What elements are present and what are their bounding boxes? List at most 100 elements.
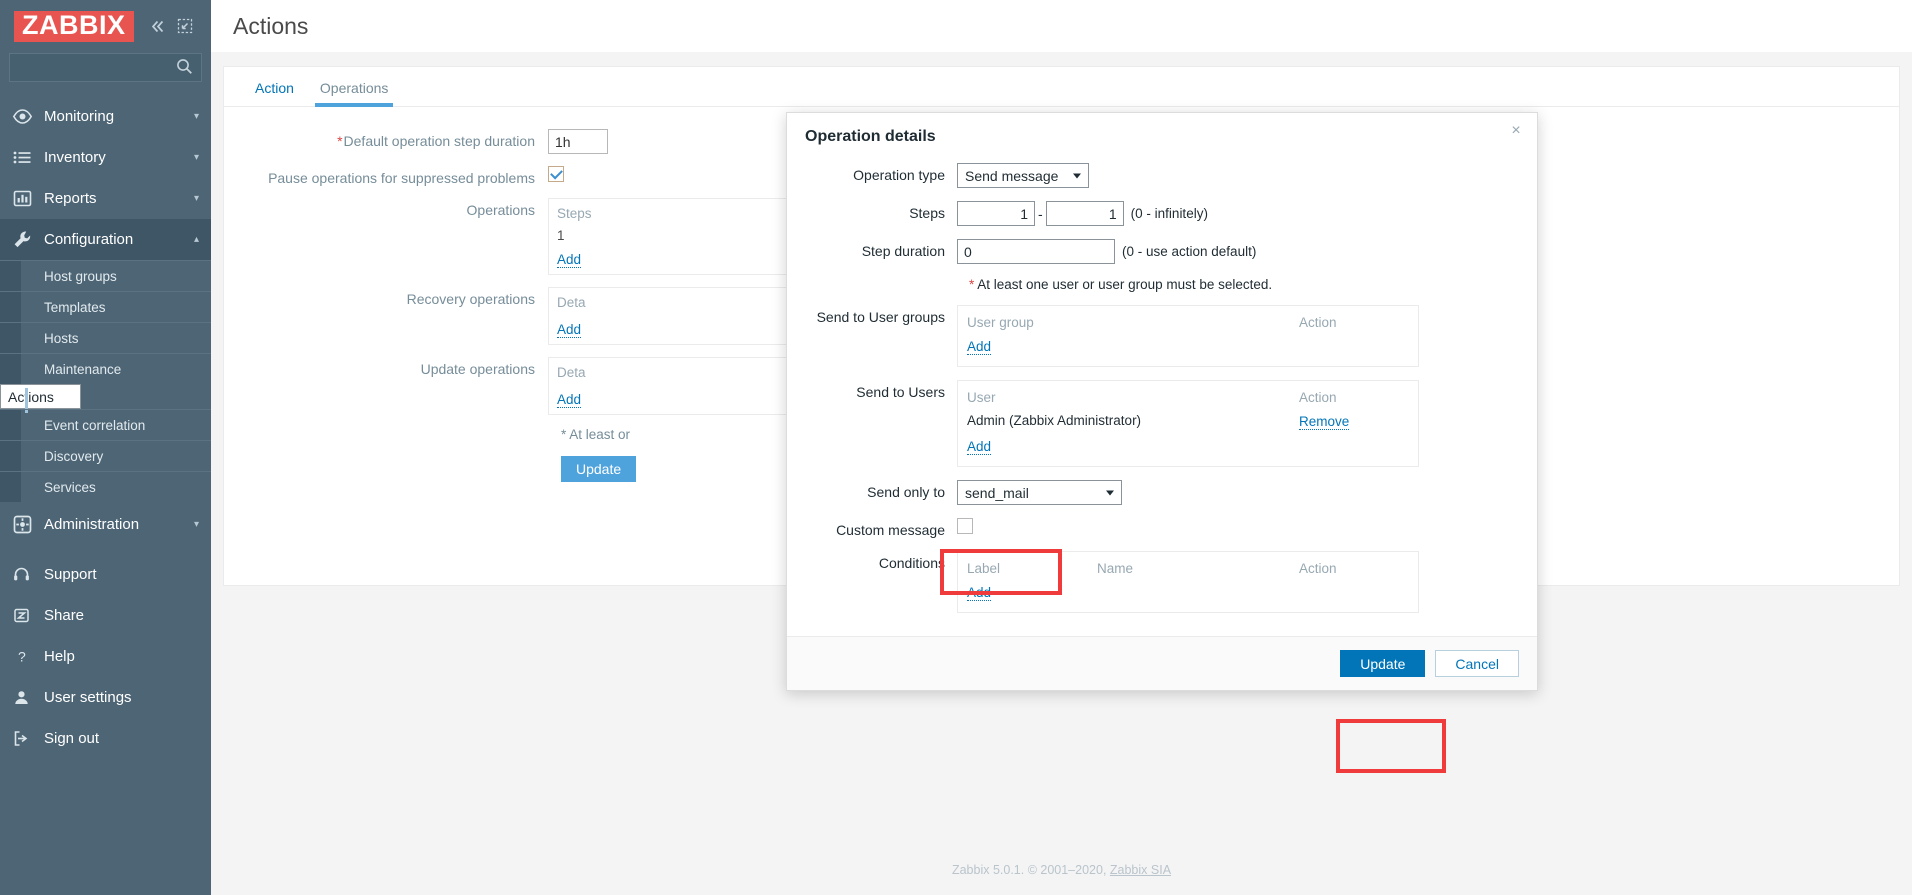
sidebar-label-event-correlation: Event correlation (44, 417, 146, 433)
send-only-to-select[interactable]: send_mail (957, 480, 1122, 505)
sidebar-label-inventory: Inventory (44, 149, 106, 166)
sidebar-item-services[interactable]: Services (0, 471, 211, 502)
tab-bar: Action Operations (224, 67, 1899, 107)
sidebar-item-host-groups[interactable]: Host groups (0, 260, 211, 291)
sidebar-label-discovery: Discovery (44, 448, 104, 464)
operations-table: Steps 1 Add (548, 198, 798, 275)
footer-link-zabbix-sia[interactable]: Zabbix SIA (1110, 863, 1171, 877)
label-default-step-duration: *Default operation step duration (337, 133, 535, 149)
footer-version: Zabbix 5.0.1. © 2001–2020, (951, 863, 1110, 877)
default-step-duration-input[interactable] (548, 129, 608, 154)
sidebar-label-actions: Actions (8, 388, 54, 405)
operation-type-select[interactable]: Send message (957, 163, 1089, 188)
recovery-add-link[interactable]: Add (557, 322, 582, 338)
user-action-cell: Remove (1299, 411, 1409, 430)
recovery-operations-table: Deta Add (548, 287, 798, 345)
field-custom-message: Custom message (805, 518, 1519, 538)
sidebar-nav: Monitoring ▾ Inventory ▾ Reports ▾ Confi… (0, 96, 211, 759)
recovery-col-details: Deta (557, 295, 586, 310)
send-only-to-value: send_mail (965, 484, 1029, 501)
sidebar-label-reports: Reports (44, 190, 97, 207)
steps-from-input[interactable] (957, 201, 1035, 226)
modal-update-button[interactable]: Update (1340, 650, 1426, 677)
chevron-up-icon: ▴ (193, 233, 199, 245)
headset-icon (12, 565, 38, 584)
step-duration-input[interactable] (957, 239, 1115, 264)
col-user-group-action: Action (1299, 315, 1337, 330)
sidebar-label-services: Services (44, 479, 96, 495)
expand-icon[interactable] (177, 18, 193, 34)
sidebar-item-discovery[interactable]: Discovery (0, 440, 211, 471)
sidebar-item-hosts[interactable]: Hosts (0, 322, 211, 353)
sidebar-item-templates[interactable]: Templates (0, 291, 211, 322)
operation-details-modal: Operation details × Operation type Send … (786, 112, 1538, 691)
users-add-link[interactable]: Add (967, 439, 992, 455)
tab-operations[interactable]: Operations (307, 80, 401, 107)
label-send-to-users: Send to Users (856, 384, 945, 400)
sidebar-item-reports[interactable]: Reports ▾ (0, 178, 211, 219)
sidebar-label-maintenance: Maintenance (44, 361, 122, 377)
modal-body: Operation type Send message Steps - (787, 161, 1537, 636)
svg-text:?: ? (18, 649, 26, 665)
step-duration-hint: (0 - use action default) (1122, 244, 1257, 259)
sidebar-item-administration[interactable]: Administration ▾ (0, 504, 211, 545)
steps-to-input[interactable] (1045, 201, 1124, 226)
label-recovery-operations: Recovery operations (406, 291, 535, 307)
required-note-text: At least one user or user group must be … (977, 277, 1273, 292)
background-update-button[interactable]: Update (561, 456, 637, 482)
modal-title: Operation details (805, 128, 936, 145)
field-send-to-user-groups: Send to User groups User group Action Ad… (805, 305, 1519, 367)
label-send-only-to: Send only to (867, 484, 945, 500)
sidebar-item-maintenance[interactable]: Maintenance (0, 353, 211, 384)
sidebar-item-inventory[interactable]: Inventory ▾ (0, 137, 211, 178)
chevron-down-icon: ▾ (193, 110, 199, 122)
users-header-row: User Action (967, 387, 1409, 408)
operations-add-link[interactable]: Add (557, 252, 582, 268)
sidebar-item-configuration[interactable]: Configuration ▴ (0, 219, 211, 260)
tab-action[interactable]: Action (242, 80, 307, 106)
custom-message-checkbox[interactable] (957, 518, 973, 534)
users-add-row: Add (967, 433, 1409, 458)
sidebar-item-actions[interactable]: Actions (0, 384, 81, 413)
modal-header: Operation details × (787, 113, 1537, 161)
sidebar-label-share: Share (44, 607, 85, 624)
modal-cancel-button[interactable]: Cancel (1435, 650, 1519, 677)
sidebar-label-help: Help (44, 648, 75, 665)
question-icon: ? (12, 647, 38, 666)
sidebar-label-sign-out: Sign out (44, 730, 100, 747)
sidebar-item-sign-out[interactable]: Sign out (0, 718, 211, 759)
chevrons-left-icon[interactable] (149, 18, 166, 35)
update-add-link[interactable]: Add (557, 392, 582, 408)
bar-chart-icon (12, 188, 38, 209)
pause-suppressed-checkbox[interactable] (548, 166, 564, 182)
steps-separator: - (1038, 205, 1043, 222)
sidebar-item-share[interactable]: Share (0, 595, 211, 636)
user-name-cell: Admin (Zabbix Administrator) (967, 413, 1142, 428)
label-custom-message: Custom message (836, 522, 945, 538)
col-name: Name (1097, 561, 1134, 576)
sidebar-item-monitoring[interactable]: Monitoring ▾ (0, 96, 211, 137)
sidebar-item-support[interactable]: Support (0, 554, 211, 595)
sidebar-label-administration: Administration (44, 516, 140, 533)
field-steps: Steps - (0 - infinitely) (805, 201, 1519, 226)
chevron-down-icon (1073, 173, 1081, 178)
sidebar-item-event-correlation[interactable]: Event correlation (0, 409, 211, 440)
user-remove-link[interactable]: Remove (1299, 414, 1350, 430)
col-label: Label (967, 561, 1001, 576)
list-icon (12, 147, 38, 168)
zabbix-app: ZABBIX Monitoring ▾ Inventory ▾ Reports … (0, 0, 1912, 895)
conditions-add-link[interactable]: Add (967, 585, 992, 601)
modal-footer: Update Cancel (787, 636, 1537, 690)
page-title: Actions (233, 12, 309, 39)
search-box[interactable] (9, 53, 211, 82)
close-icon[interactable]: × (1508, 123, 1524, 140)
col-user: User (967, 390, 996, 405)
sidebar-item-help[interactable]: ? Help (0, 636, 211, 677)
user-groups-add-link[interactable]: Add (967, 339, 992, 355)
user-icon (12, 688, 38, 707)
search-input[interactable] (10, 54, 211, 81)
sidebar-item-user-settings[interactable]: User settings (0, 677, 211, 718)
sidebar-label-support: Support (44, 566, 97, 583)
wrench-icon (12, 229, 38, 250)
main-content: Actions Action Operations *Default opera… (211, 0, 1912, 895)
